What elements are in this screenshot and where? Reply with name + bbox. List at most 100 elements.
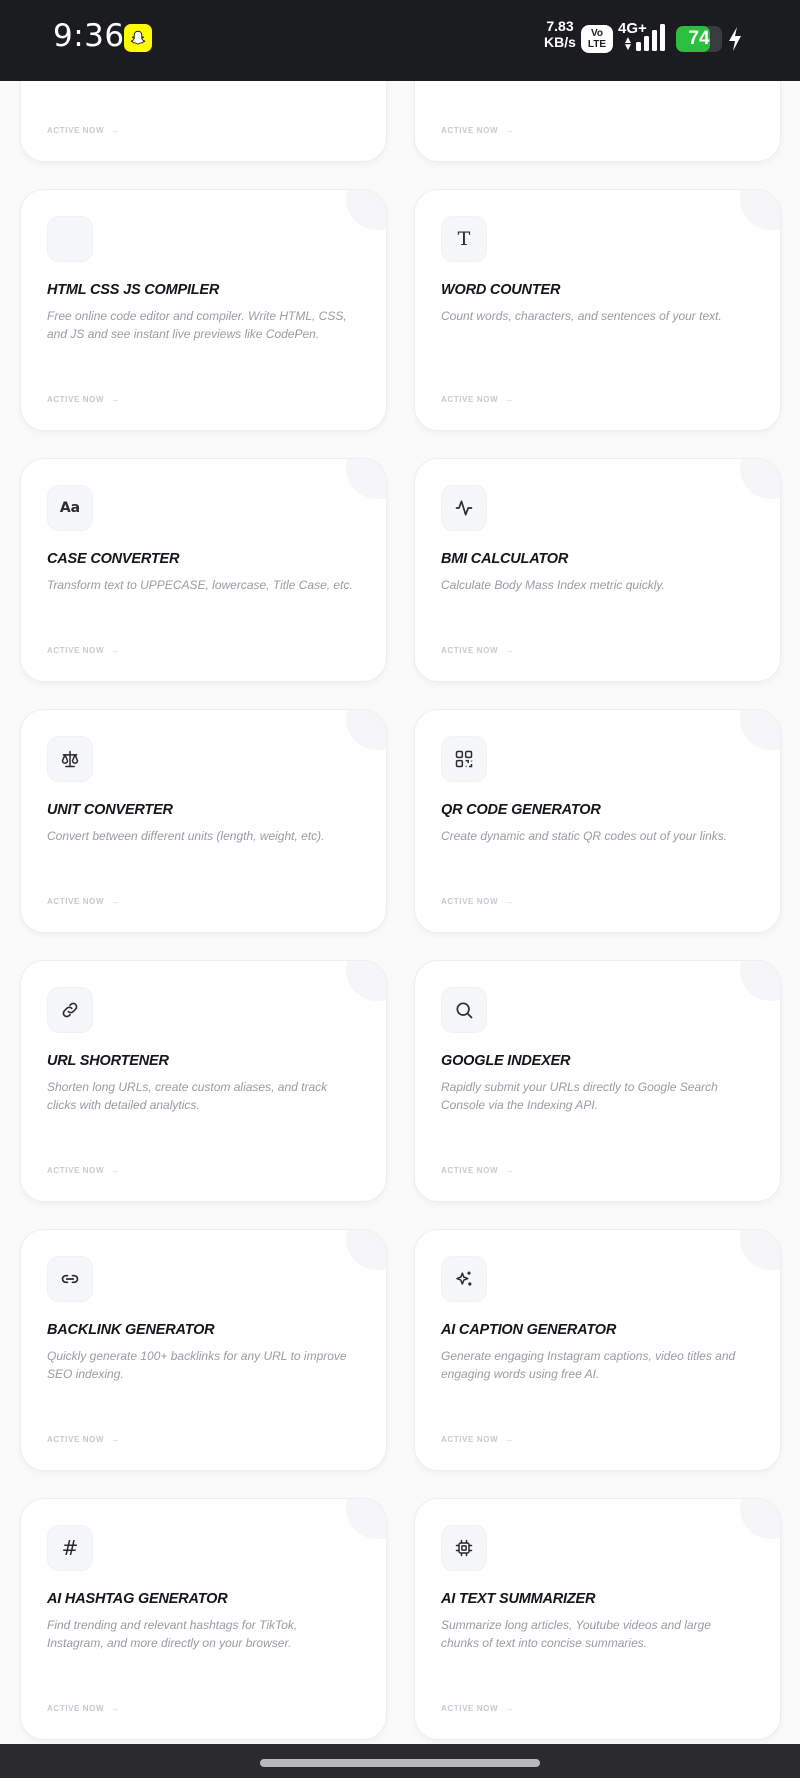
card-description: Quickly generate 100+ backlinks for any … (47, 1349, 347, 1381)
card-description: Convert between different units (length,… (47, 829, 325, 843)
card-title: AI TEXT SUMMARIZER (441, 1591, 596, 1607)
tool-card-word-counter[interactable]: T WORD COUNTER Count words, characters, … (414, 189, 781, 431)
active-now-link[interactable]: ACTIVE NOW → (47, 395, 120, 404)
card-title: BACKLINK GENERATOR (47, 1322, 215, 1338)
active-now-link[interactable]: ACTIVE NOW → (441, 646, 514, 655)
arrow-right-icon: → (111, 897, 120, 906)
active-now-label: ACTIVE NOW (441, 1166, 499, 1175)
card-description: Summarize long articles, Youtube videos … (441, 1618, 711, 1650)
tool-card-ai-text-summarizer[interactable]: AI TEXT SUMMARIZER Summarize long articl… (414, 1498, 781, 1740)
active-now-link[interactable]: ACTIVE NOW → (47, 897, 120, 906)
card-title: WORD COUNTER (441, 282, 561, 298)
hash-icon: # (47, 1525, 93, 1571)
tool-card-google-indexer[interactable]: GOOGLE INDEXER Rapidly submit your URLs … (414, 960, 781, 1202)
card-description: Rapidly submit your URLs directly to Goo… (441, 1080, 718, 1112)
network-speed: 7.83 KB/s (540, 18, 580, 50)
tool-card-qr-code-generator[interactable]: QR CODE GENERATOR Create dynamic and sta… (414, 709, 781, 933)
volte-icon: Vo LTE (581, 25, 613, 53)
signal-strength-icon (636, 24, 665, 51)
arrow-right-icon: → (111, 126, 120, 135)
tool-card-html-css-js-compiler[interactable]: HTML CSS JS COMPILER Free online code ed… (20, 189, 387, 431)
link-icon (47, 987, 93, 1033)
active-now-label: ACTIVE NOW (47, 1166, 105, 1175)
card-description: Shorten long URLs, create custom aliases… (47, 1080, 328, 1112)
tool-card-case-converter[interactable]: Aa CASE CONVERTER Transform text to UPPE… (20, 458, 387, 682)
card-corner-decoration (740, 1499, 780, 1539)
card-title: UNIT CONVERTER (47, 802, 173, 818)
arrow-right-icon: → (505, 646, 514, 655)
card-description: Generate engaging Instagram captions, vi… (441, 1349, 736, 1381)
text-t-glyph: T (457, 228, 471, 250)
active-now-link[interactable]: ACTIVE NOW → (47, 1435, 120, 1444)
tool-card-partial-right[interactable]: ACTIVE NOW → (414, 81, 781, 162)
pulse-icon (441, 485, 487, 531)
blank-icon (47, 216, 93, 262)
search-icon (441, 987, 487, 1033)
active-now-link[interactable]: ACTIVE NOW → (441, 1704, 514, 1713)
sparkles-icon (441, 1256, 487, 1302)
card-description: Free online code editor and compiler. Wr… (47, 309, 347, 341)
card-corner-decoration (346, 710, 386, 750)
tool-card-partial-left[interactable]: ACTIVE NOW → (20, 81, 387, 162)
arrow-right-icon: → (111, 646, 120, 655)
tool-card-ai-caption-generator[interactable]: AI CAPTION GENERATOR Generate engaging I… (414, 1229, 781, 1471)
active-now-link[interactable]: ACTIVE NOW → (441, 395, 514, 404)
active-now-link[interactable]: ACTIVE NOW → (441, 1435, 514, 1444)
tools-scroll-area[interactable]: ACTIVE NOW → ACTIVE NOW → HTML CSS JS CO… (0, 81, 800, 1744)
text-t-icon: T (441, 216, 487, 262)
active-now-link[interactable]: ACTIVE NOW → (47, 646, 120, 655)
home-gesture-handle[interactable] (260, 1759, 540, 1767)
arrow-right-icon: → (505, 126, 514, 135)
active-now-link[interactable]: ACTIVE NOW → (441, 126, 514, 135)
chain-link-icon (47, 1256, 93, 1302)
scale-icon (47, 736, 93, 782)
active-now-label: ACTIVE NOW (441, 897, 499, 906)
card-corner-decoration (346, 1230, 386, 1270)
active-now-link[interactable]: ACTIVE NOW → (441, 1166, 514, 1175)
tool-card-ai-hashtag-generator[interactable]: # AI HASHTAG GENERATOR Find trending and… (20, 1498, 387, 1740)
tool-card-bmi-calculator[interactable]: BMI CALCULATOR Calculate Body Mass Index… (414, 458, 781, 682)
card-description: Transform text to UPPECASE, lowercase, T… (47, 578, 353, 592)
arrow-right-icon: → (505, 395, 514, 404)
active-now-label: ACTIVE NOW (441, 1435, 499, 1444)
active-now-link[interactable]: ACTIVE NOW → (441, 897, 514, 906)
cpu-chip-icon (441, 1525, 487, 1571)
snapchat-notification-icon (124, 24, 152, 52)
tools-grid: ACTIVE NOW → ACTIVE NOW → HTML CSS JS CO… (20, 81, 781, 1740)
arrow-right-icon: → (111, 1435, 120, 1444)
active-now-label: ACTIVE NOW (441, 1704, 499, 1713)
arrow-right-icon: → (505, 1166, 514, 1175)
active-now-label: ACTIVE NOW (47, 126, 105, 135)
card-title: CASE CONVERTER (47, 551, 180, 567)
card-description: Calculate Body Mass Index metric quickly… (441, 578, 665, 592)
tool-card-backlink-generator[interactable]: BACKLINK GENERATOR Quickly generate 100+… (20, 1229, 387, 1471)
active-now-label: ACTIVE NOW (47, 395, 105, 404)
card-title: GOOGLE INDEXER (441, 1053, 571, 1069)
volte-top: Vo (590, 28, 604, 39)
arrow-right-icon: → (505, 1704, 514, 1713)
arrow-right-icon: → (505, 1435, 514, 1444)
card-corner-decoration (740, 961, 780, 1001)
active-now-label: ACTIVE NOW (441, 395, 499, 404)
data-arrows-icon: ▲ ▼ (623, 35, 633, 53)
active-now-link[interactable]: ACTIVE NOW → (47, 1704, 120, 1713)
tool-card-url-shortener[interactable]: URL SHORTENER Shorten long URLs, create … (20, 960, 387, 1202)
active-now-link[interactable]: ACTIVE NOW → (47, 126, 120, 135)
card-description: Count words, characters, and sentences o… (441, 309, 722, 323)
battery-percent: 74 (688, 28, 710, 49)
arrow-right-icon: → (111, 1166, 120, 1175)
arrow-right-icon: → (111, 395, 120, 404)
network-speed-value: 7.83 (546, 18, 574, 34)
active-now-label: ACTIVE NOW (47, 1435, 105, 1444)
card-title: URL SHORTENER (47, 1053, 169, 1069)
qr-code-icon (441, 736, 487, 782)
case-aa-glyph: Aa (59, 500, 81, 516)
charging-bolt-icon (729, 27, 741, 51)
tool-card-unit-converter[interactable]: UNIT CONVERTER Convert between different… (20, 709, 387, 933)
card-title: BMI CALCULATOR (441, 551, 569, 567)
card-description: Create dynamic and static QR codes out o… (441, 829, 728, 843)
active-now-label: ACTIVE NOW (47, 897, 105, 906)
system-navigation-bar (0, 1744, 800, 1778)
active-now-link[interactable]: ACTIVE NOW → (47, 1166, 120, 1175)
card-corner-decoration (740, 190, 780, 230)
